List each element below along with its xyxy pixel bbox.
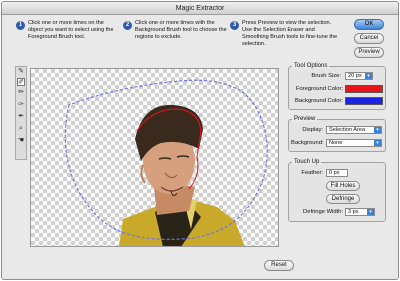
image-canvas[interactable] (30, 68, 279, 247)
touch-up-title: Touch Up (292, 159, 322, 165)
feather-input[interactable]: 0 px (326, 169, 348, 177)
chevron-down-icon: ▾ (365, 73, 372, 79)
preview-panel: Preview Display: Selection Area ▾ Backgr… (288, 116, 386, 152)
defringe-width-label: Defringe Width: (303, 209, 343, 215)
brush-size-label: Brush Size: (311, 73, 341, 79)
background-value: None (329, 140, 343, 146)
dialog-title: Magic Extractor (2, 2, 398, 15)
chevron-down-icon: ▾ (374, 127, 381, 133)
add-to-selection-icon[interactable]: ✑ (17, 101, 25, 109)
zoom-icon[interactable]: ⌕ (17, 125, 25, 133)
instructions-bar: 1 Click one or more times on the object … (2, 20, 398, 58)
step-2-badge: 2 (123, 21, 132, 30)
background-color-label: Background Color: (294, 98, 343, 104)
step-3-badge: 3 (230, 21, 239, 30)
background-label: Background: (291, 140, 324, 146)
chevron-down-icon: ▾ (367, 209, 374, 215)
display-select[interactable]: Selection Area ▾ (326, 126, 382, 134)
tool-palette: ✎ ✐ ✏ ✑ ✒ ⌕ ☚ (15, 66, 27, 160)
defringe-width-value: 3 px (348, 209, 359, 215)
display-value: Selection Area (329, 127, 366, 133)
extracted-photo (64, 79, 268, 246)
step-2: 2 Click one or more times with the Backg… (123, 20, 227, 56)
step-1-text: Click one or more times on the object yo… (28, 20, 114, 40)
display-row: Display: Selection Area ▾ (289, 126, 385, 136)
step-1-badge: 1 (16, 21, 25, 30)
smoothing-brush-icon[interactable]: ✒ (17, 113, 25, 121)
foreground-color-swatch[interactable] (345, 85, 383, 93)
background-color-row: Background Color: (289, 97, 385, 107)
fill-holes-button[interactable]: Fill Holes (326, 181, 360, 191)
background-brush-icon[interactable]: ✐ (17, 78, 25, 86)
defringe-button[interactable]: Defringe (326, 194, 360, 204)
defringe-width-select[interactable]: 3 px ▾ (345, 208, 375, 216)
tool-options-title: Tool Options (292, 63, 330, 69)
background-row: Background: None ▾ (289, 139, 385, 149)
foreground-brush-icon[interactable]: ✎ (17, 68, 25, 76)
ok-button[interactable]: OK (354, 19, 384, 30)
preview-button[interactable]: Preview (354, 47, 384, 58)
magic-extractor-dialog: Magic Extractor 1 Click one or more time… (1, 1, 399, 280)
touch-up-panel: Touch Up Feather: 0 px Fill Holes Defrin… (288, 159, 386, 222)
brush-size-value: 20 px (348, 73, 362, 79)
foreground-color-label: Foreground Color: (295, 86, 343, 92)
step-3: 3 Press Preview to view the selection. U… (230, 20, 342, 56)
background-color-swatch[interactable] (345, 97, 383, 105)
foreground-color-row: Foreground Color: (289, 85, 385, 95)
brush-size-select[interactable]: 20 px ▾ (345, 72, 373, 80)
cancel-button[interactable]: Cancel (354, 33, 384, 44)
step-2-text: Click one or more times with the Backgro… (135, 20, 227, 40)
defringe-width-row: Defringe Width: 3 px ▾ (289, 208, 385, 218)
chevron-down-icon: ▾ (374, 140, 381, 146)
brush-size-row: Brush Size: 20 px ▾ (289, 72, 385, 82)
display-label: Display: (302, 127, 323, 133)
feather-row: Feather: 0 px (289, 169, 385, 179)
reset-button[interactable]: Reset (264, 260, 294, 271)
preview-title: Preview (292, 116, 318, 122)
point-eraser-icon[interactable]: ✏ (17, 89, 25, 97)
step-3-text: Press Preview to view the selection. Use… (242, 20, 338, 47)
step-1: 1 Click one or more times on the object … (16, 20, 120, 56)
hand-icon[interactable]: ☚ (17, 137, 25, 145)
tool-options-panel: Tool Options Brush Size: 20 px ▾ Foregro… (288, 63, 386, 110)
feather-label: Feather: (301, 170, 323, 176)
background-select[interactable]: None ▾ (326, 139, 382, 147)
